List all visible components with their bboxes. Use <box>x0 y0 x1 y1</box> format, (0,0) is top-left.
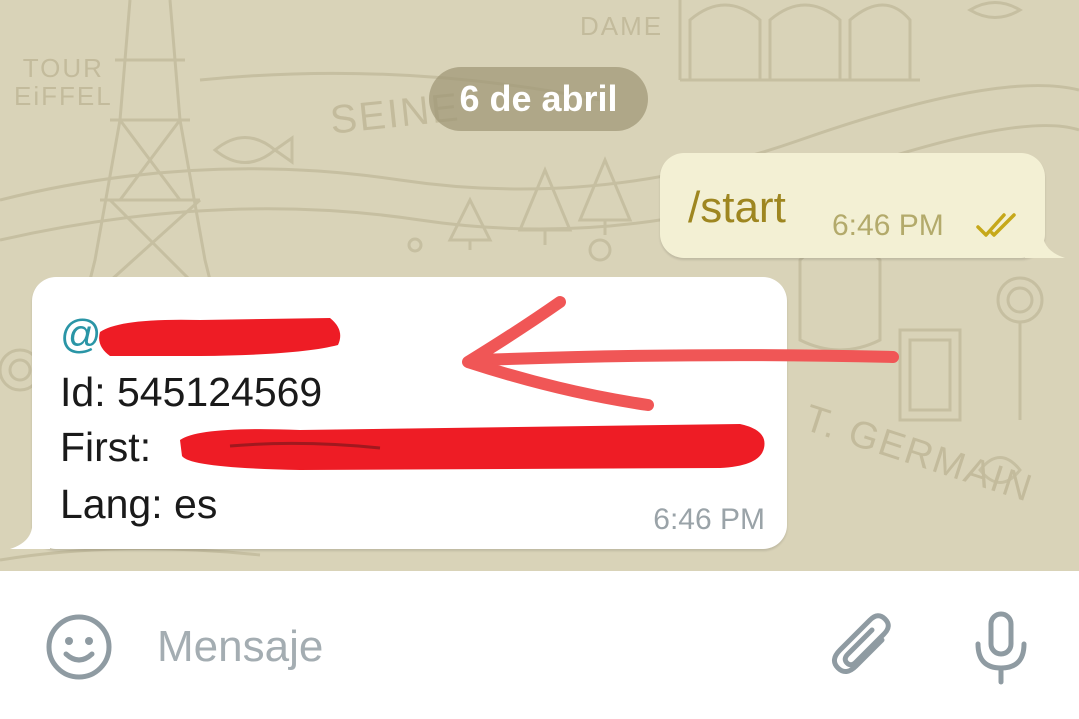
username-mention[interactable]: @ <box>60 311 102 358</box>
wallpaper-label-tower: TOUR EiFFEL <box>14 53 113 111</box>
id-label: Id: <box>60 369 106 415</box>
double-check-icon <box>976 213 1016 237</box>
id-value: 545124569 <box>117 369 323 415</box>
outgoing-message-text: /start <box>688 183 786 232</box>
bubble-tail <box>10 519 50 549</box>
outgoing-message-time: 6:46 PM <box>832 209 944 242</box>
user-id-line: Id: 545124569 <box>60 369 322 416</box>
paperclip-icon[interactable] <box>828 610 898 686</box>
message-input[interactable]: Mensaje <box>157 622 323 672</box>
bubble-tail <box>1025 228 1065 258</box>
emoji-icon[interactable] <box>44 612 114 682</box>
first-name-line: First: <box>60 424 151 471</box>
chat-area[interactable]: TOUR EiFFEL DAME SEINE T. GERMAIN 6 de a… <box>0 0 1079 571</box>
incoming-message-bubble[interactable]: @ Id: 545124569 First: Lang: es 6:46 PM <box>10 277 787 549</box>
language-line: Lang: es <box>60 481 217 528</box>
date-separator: 6 de abril <box>429 67 648 131</box>
incoming-message-time: 6:46 PM <box>653 503 765 536</box>
microphone-icon[interactable] <box>966 608 1036 688</box>
lang-value: es <box>174 481 218 527</box>
first-label: First: <box>60 424 152 470</box>
wallpaper-label-dame: DAME <box>580 11 664 41</box>
outgoing-message-bubble[interactable]: /start 6:46 PM <box>660 153 1065 258</box>
lang-label: Lang: <box>60 481 163 527</box>
